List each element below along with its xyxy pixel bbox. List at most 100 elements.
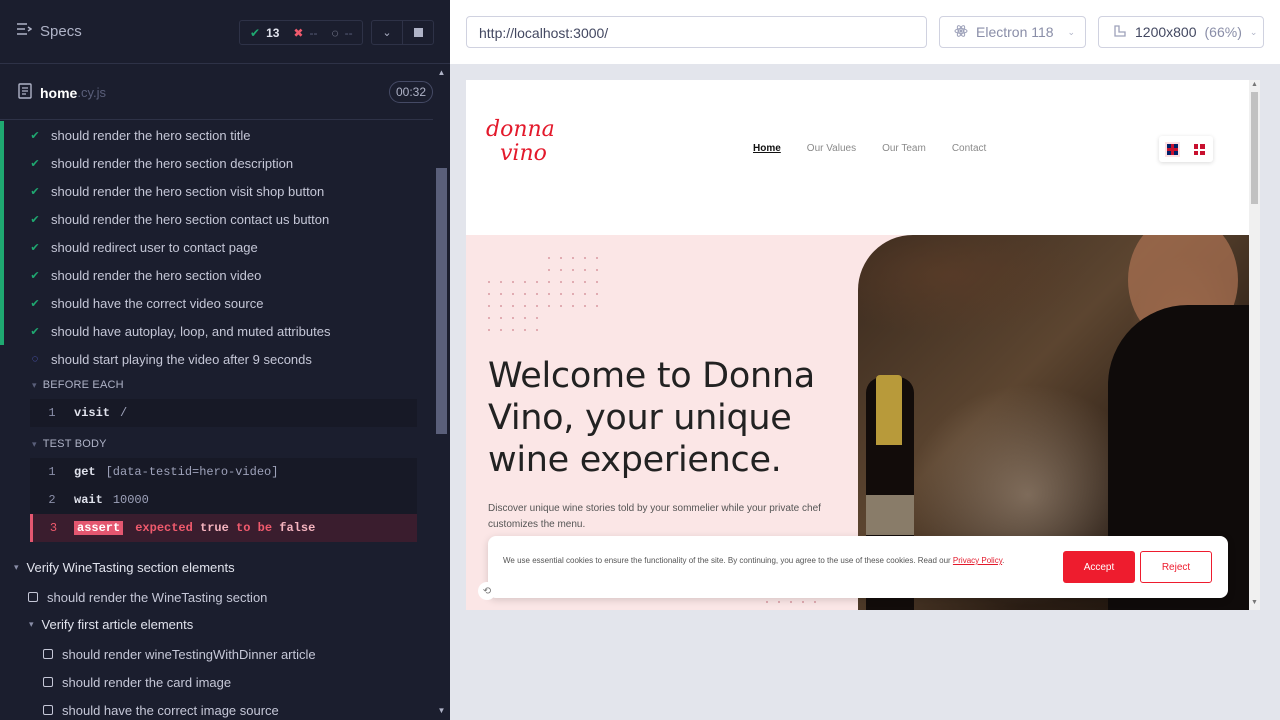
- test-title: should have autoplay, loop, and muted at…: [51, 323, 331, 339]
- check-icon: ✔: [30, 241, 40, 254]
- test-row[interactable]: ✔ should render the hero section visit sh…: [0, 177, 433, 205]
- decorative-dot: [778, 601, 780, 603]
- decorative-dot: [512, 293, 514, 295]
- suite-header[interactable]: ▾ Verify WineTasting section elements: [14, 560, 235, 575]
- viewport-info[interactable]: 1200x800 (66%) ⌄: [1098, 16, 1264, 48]
- test-title: should render the WineTasting section: [47, 589, 268, 605]
- scroll-up-icon[interactable]: ▲: [1249, 81, 1260, 88]
- expand-collapse-button[interactable]: ⌄: [371, 20, 403, 45]
- decorative-dot: [596, 257, 598, 259]
- spec-header: home .cy.js 00:32: [0, 64, 433, 120]
- command-row[interactable]: 1 get [data-testid=hero-video]: [30, 458, 417, 486]
- before-each-label: BEFORE EACH: [42, 379, 124, 391]
- reject-button[interactable]: Reject: [1140, 551, 1212, 583]
- command-row[interactable]: 1 visit /: [30, 399, 417, 427]
- nav-home[interactable]: Home: [753, 143, 781, 154]
- test-stats: ✔ 13 ✖ -- ◌ --: [239, 20, 363, 45]
- decorative-dot: [500, 281, 502, 283]
- before-each-header[interactable]: ▾ BEFORE EACH: [32, 379, 124, 391]
- scroll-down-icon[interactable]: ▼: [436, 706, 447, 716]
- decorative-dot: [814, 601, 816, 603]
- decorative-dot: [560, 281, 562, 283]
- accessibility-icon[interactable]: ⟲: [478, 582, 496, 600]
- language-switcher: [1159, 136, 1213, 162]
- chevron-down-icon: ▾: [32, 379, 37, 390]
- nav-our-team[interactable]: Our Team: [882, 143, 926, 154]
- cookie-banner: We use essential cookies to ensure the f…: [488, 536, 1228, 598]
- test-body-commands: 1 get [data-testid=hero-video] 2 wait 10…: [30, 458, 417, 542]
- test-body-header[interactable]: ▾ TEST BODY: [32, 438, 107, 450]
- decorative-dot: [488, 293, 490, 295]
- test-row[interactable]: ✔ should have the correct video source: [0, 289, 433, 317]
- reporter-scroll-thumb[interactable]: [436, 168, 447, 434]
- hero-description: Discover unique wine stories told by you…: [488, 503, 821, 530]
- suite-header[interactable]: ▾ Verify first article elements: [29, 617, 193, 632]
- check-icon: ✔: [30, 129, 40, 142]
- test-row[interactable]: ✔ should redirect user to contact page: [0, 233, 433, 261]
- chevron-down-icon: ▾: [29, 619, 34, 629]
- chevron-down-icon: ▾: [32, 438, 37, 449]
- nav-contact[interactable]: Contact: [952, 143, 986, 154]
- wine-bottle-label: [866, 495, 914, 535]
- pending-checkbox-icon: [43, 677, 53, 687]
- spec-ext: .cy.js: [77, 85, 106, 100]
- command-row[interactable]: 2 wait 10000: [30, 486, 417, 514]
- test-row[interactable]: should render wineTestingWithDinner arti…: [0, 640, 433, 668]
- decorative-dot: [560, 305, 562, 307]
- decorative-dot: [500, 305, 502, 307]
- test-row[interactable]: ✔ should render the hero section title: [0, 121, 433, 149]
- donna-vino-logo[interactable]: donna vino: [486, 118, 555, 166]
- browser-selector[interactable]: Electron 118 ⌄: [939, 16, 1086, 48]
- test-row[interactable]: should render the WineTasting section: [0, 583, 433, 611]
- url-bar[interactable]: http://localhost:3000/: [466, 16, 927, 48]
- privacy-policy-link[interactable]: Privacy Policy: [953, 556, 1002, 565]
- viewport-zoom: (66%): [1204, 24, 1242, 40]
- chevron-down-icon: ⌄: [1067, 26, 1075, 37]
- decorative-dot: [766, 601, 768, 603]
- app-under-test: http://localhost:3000/ Electron 118 ⌄ 12…: [450, 0, 1280, 720]
- running-test-row[interactable]: ◌ should start playing the video after 9 …: [0, 345, 433, 373]
- decorative-dot: [524, 317, 526, 319]
- failed-icon: ✖: [293, 25, 304, 40]
- uk-flag-icon[interactable]: [1165, 141, 1180, 157]
- stop-button[interactable]: [402, 20, 434, 45]
- test-title: should start playing the video after 9 s…: [51, 351, 312, 367]
- specs-toggle[interactable]: Specs: [16, 22, 82, 40]
- assert-message: expected: [135, 521, 193, 535]
- decorative-dot: [536, 317, 538, 319]
- command-name: get: [74, 465, 96, 479]
- accept-button[interactable]: Accept: [1063, 551, 1135, 583]
- scroll-down-icon[interactable]: ▼: [1249, 599, 1260, 606]
- test-row[interactable]: ✔ should have autoplay, loop, and muted a…: [0, 317, 433, 345]
- decorative-dot: [488, 305, 490, 307]
- decorative-dot: [524, 293, 526, 295]
- wine-bottle-neck: [876, 375, 902, 445]
- decorative-dot: [572, 257, 574, 259]
- decorative-dot: [790, 601, 792, 603]
- hero-title: Welcome to Donna Vino, your unique wine …: [488, 356, 815, 480]
- test-row[interactable]: ✔ should render the hero section contact …: [0, 205, 433, 233]
- spec-file[interactable]: home .cy.js: [18, 83, 106, 102]
- decorative-dot: [536, 281, 538, 283]
- nav-our-values[interactable]: Our Values: [807, 143, 856, 154]
- check-icon: ✔: [30, 185, 40, 198]
- chevron-down-icon: ⌄: [382, 27, 392, 39]
- iframe-scroll-thumb[interactable]: [1251, 92, 1258, 204]
- failed-command-row[interactable]: 3 assert expected true to be false: [30, 514, 417, 542]
- test-row[interactable]: should render the card image: [0, 668, 433, 696]
- passed-icon: ✔: [250, 25, 261, 40]
- test-row[interactable]: ✔ should render the hero section video: [0, 261, 433, 289]
- test-row[interactable]: ✔ should render the hero section descript…: [0, 149, 433, 177]
- aut-iframe: donna vino Home Our Values Our Team Cont…: [466, 80, 1260, 610]
- decorative-dot: [802, 601, 804, 603]
- command-name: visit: [74, 406, 111, 420]
- command-name: assert: [74, 521, 124, 535]
- decorative-dot: [524, 281, 526, 283]
- test-title: should render the hero section contact u…: [51, 211, 330, 227]
- denmark-flag-icon[interactable]: [1194, 143, 1205, 155]
- scroll-up-icon[interactable]: ▲: [436, 68, 447, 78]
- specs-menu-icon: [16, 22, 33, 40]
- pending-icon: ◌: [331, 25, 339, 40]
- decorative-dot: [512, 281, 514, 283]
- test-row[interactable]: should have the correct image source: [0, 696, 433, 720]
